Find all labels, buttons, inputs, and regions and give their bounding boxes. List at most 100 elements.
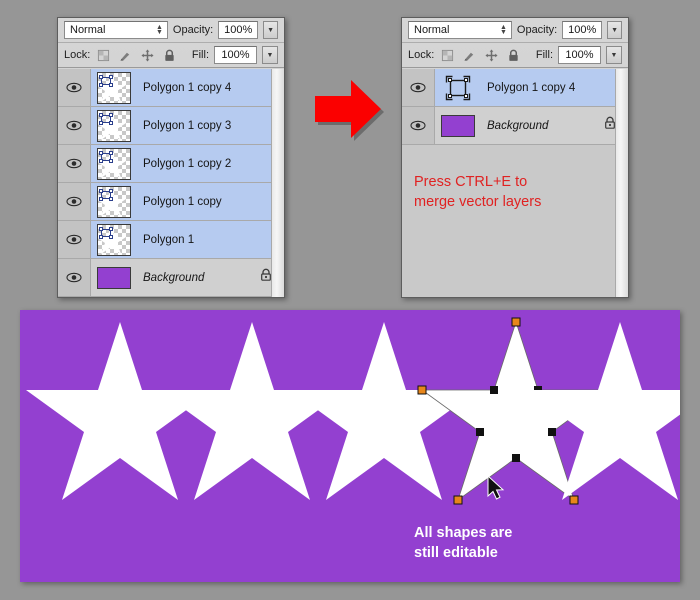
layer-thumbnail[interactable]	[91, 71, 137, 104]
layer-visibility-toggle[interactable]	[58, 221, 91, 258]
layer-name: Polygon 1 copy 4	[143, 81, 232, 94]
background-color-swatch	[441, 114, 475, 137]
vector-mask-badge-icon	[99, 226, 113, 239]
red-right-arrow-icon	[315, 80, 384, 141]
vector-mask-badge-icon	[99, 112, 113, 125]
layer-list-before[interactable]: Polygon 1 copy 4 Polygon 1 copy 3 Polygo…	[58, 69, 284, 297]
lock-all-icon[interactable]	[163, 49, 176, 62]
vector-mask-badge-icon	[99, 150, 113, 163]
layer-name: Polygon 1 copy 3	[143, 119, 232, 132]
merge-instruction-note: Press CTRL+E to merge vector layers	[414, 172, 541, 212]
layer-visibility-toggle[interactable]	[58, 259, 91, 296]
lock-transparent-pixels-icon[interactable]	[441, 49, 454, 62]
document-canvas[interactable]: All shapes are still editable	[20, 310, 680, 582]
fill-label: Fill:	[191, 49, 209, 61]
layer-name: Polygon 1 copy 4	[487, 81, 576, 94]
layer-visibility-toggle[interactable]	[402, 107, 435, 144]
layer-name: Background	[487, 119, 549, 132]
blend-mode-value: Normal	[70, 24, 106, 36]
layer-list-scrollbar[interactable]	[271, 69, 284, 297]
layer-visibility-toggle[interactable]	[58, 183, 91, 220]
lock-position-icon[interactable]	[141, 48, 154, 62]
fill-input[interactable]: 100%	[558, 46, 601, 64]
star-shape[interactable]	[290, 322, 478, 500]
lock-transparent-pixels-icon[interactable]	[97, 49, 110, 62]
layer-thumbnail[interactable]	[91, 223, 137, 256]
eye-icon	[410, 82, 426, 93]
opacity-value: 100%	[568, 24, 597, 36]
table-row[interactable]: Background	[402, 107, 628, 145]
opacity-input[interactable]: 100%	[218, 21, 259, 39]
eye-icon	[410, 120, 426, 131]
layer-list-scrollbar[interactable]	[615, 69, 628, 297]
layer-thumbnail[interactable]	[91, 147, 137, 180]
eye-icon	[66, 120, 82, 131]
eye-icon	[66, 196, 82, 207]
eye-icon	[66, 272, 82, 283]
layer-name: Background	[143, 271, 205, 284]
table-row[interactable]: Polygon 1 copy 4	[58, 69, 284, 107]
eye-icon	[66, 234, 82, 245]
layer-thumbnail[interactable]	[91, 109, 137, 142]
opacity-chevron-down-icon[interactable]: ▼	[263, 21, 278, 39]
vector-shape-icon	[445, 75, 471, 100]
fill-label: Fill:	[535, 49, 553, 61]
blend-opacity-row: Normal ▲ ▼ Opacity: 100% ▼	[58, 18, 284, 43]
opacity-chevron-down-icon[interactable]: ▼	[607, 21, 622, 39]
editable-note: All shapes are still editable	[414, 523, 512, 563]
opacity-label: Opacity:	[516, 24, 558, 36]
stepper-arrows-icon[interactable]: ▲ ▼	[156, 24, 163, 36]
table-row[interactable]: Polygon 1 copy	[58, 183, 284, 221]
opacity-label: Opacity:	[172, 24, 214, 36]
table-row[interactable]: Polygon 1 copy 4	[402, 69, 628, 107]
lock-label: Lock:	[408, 49, 435, 61]
stepper-arrows-icon[interactable]: ▲ ▼	[500, 24, 507, 36]
layers-panel-after: Normal ▲ ▼ Opacity: 100% ▼ Lock: Fill: 1…	[401, 17, 629, 298]
fill-chevron-down-icon[interactable]: ▼	[262, 46, 278, 64]
layer-thumbnail[interactable]	[435, 114, 481, 137]
eye-icon	[66, 158, 82, 169]
layer-visibility-toggle[interactable]	[402, 69, 435, 106]
star-shape[interactable]	[158, 322, 346, 500]
lock-all-icon[interactable]	[507, 49, 520, 62]
layer-visibility-toggle[interactable]	[58, 107, 91, 144]
merge-note-line-2: merge vector layers	[414, 194, 542, 210]
lock-image-pixels-icon[interactable]	[463, 49, 476, 62]
layer-visibility-toggle[interactable]	[58, 145, 91, 182]
layer-thumbnail[interactable]	[435, 74, 481, 102]
background-color-swatch	[97, 266, 131, 289]
opacity-input[interactable]: 100%	[562, 21, 603, 39]
table-row[interactable]: Polygon 1 copy 3	[58, 107, 284, 145]
screenshot-root: Normal ▲ ▼ Opacity: 100% ▼ Lock: Fill: 1…	[0, 0, 700, 600]
blend-mode-select[interactable]: Normal ▲ ▼	[408, 21, 512, 39]
merge-note-line-1: Press CTRL+E to	[414, 174, 528, 190]
layer-visibility-toggle[interactable]	[58, 69, 91, 106]
lock-image-pixels-icon[interactable]	[119, 49, 132, 62]
fill-value: 100%	[221, 49, 250, 61]
fill-chevron-down-icon[interactable]: ▼	[606, 46, 622, 64]
blend-mode-value: Normal	[414, 24, 450, 36]
lock-position-icon[interactable]	[485, 48, 498, 62]
table-row[interactable]: Polygon 1 copy 2	[58, 145, 284, 183]
fill-value: 100%	[565, 49, 594, 61]
blend-mode-select[interactable]: Normal ▲ ▼	[64, 21, 168, 39]
eye-icon	[66, 82, 82, 93]
opacity-value: 100%	[224, 24, 253, 36]
layer-name: Polygon 1	[143, 233, 195, 246]
arrow-cursor-icon	[487, 474, 505, 500]
layers-panel-before: Normal ▲ ▼ Opacity: 100% ▼ Lock: Fill: 1…	[57, 17, 285, 298]
lock-label: Lock:	[64, 49, 91, 61]
blend-opacity-row: Normal ▲ ▼ Opacity: 100% ▼	[402, 18, 628, 43]
stars-artwork	[26, 317, 680, 505]
layer-name: Polygon 1 copy 2	[143, 157, 232, 170]
table-row[interactable]: Polygon 1	[58, 221, 284, 259]
layer-thumbnail[interactable]	[91, 266, 137, 289]
fill-input[interactable]: 100%	[214, 46, 257, 64]
table-row[interactable]: Background	[58, 259, 284, 297]
star-shape[interactable]	[26, 322, 214, 500]
lock-fill-row: Lock: Fill: 100% ▼	[402, 43, 628, 68]
vector-mask-badge-icon	[99, 74, 113, 87]
layer-thumbnail[interactable]	[91, 185, 137, 218]
vector-mask-badge-icon	[99, 188, 113, 201]
lock-fill-row: Lock: Fill: 100% ▼	[58, 43, 284, 68]
